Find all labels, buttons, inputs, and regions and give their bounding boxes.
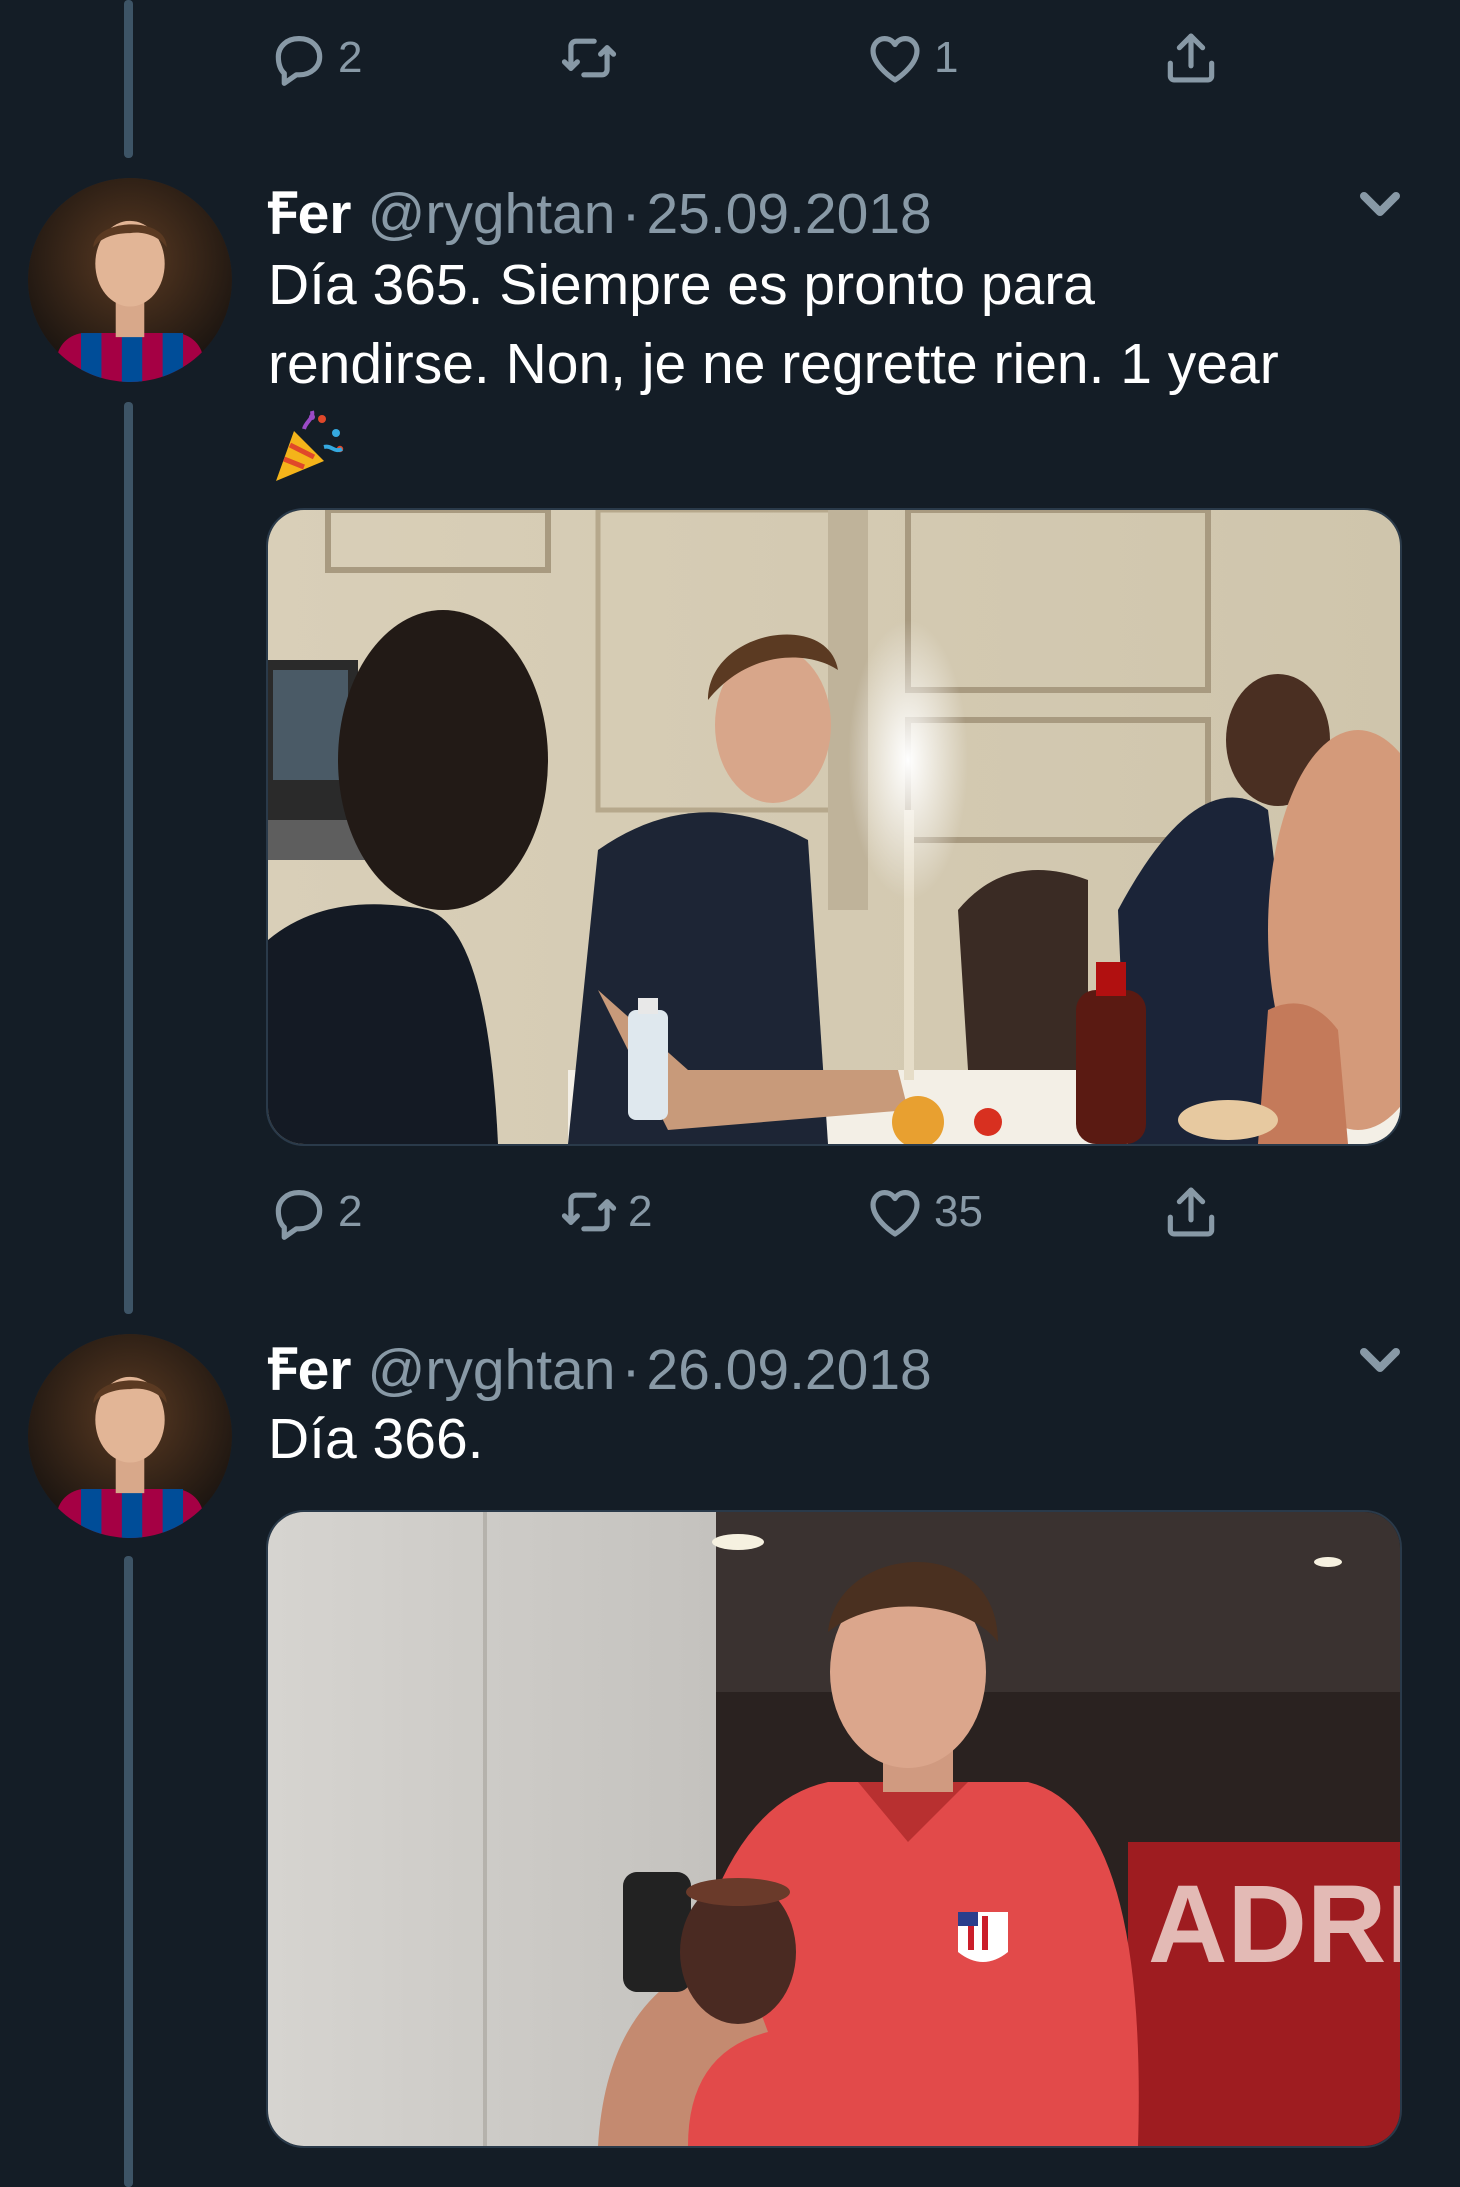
avatar-image [28,178,232,382]
handle[interactable]: @ryghtan [367,1337,615,1403]
chevron-down-icon [1360,192,1400,216]
tweet-actions: 2 2 35 [268,1176,1228,1248]
display-name[interactable]: Ꞙer [268,1328,351,1406]
chevron-down-icon [1360,1348,1400,1372]
share-button[interactable] [1160,22,1222,94]
retweet-button[interactable]: 2 [558,1176,652,1248]
tweet-menu-button[interactable] [1356,180,1404,228]
reply-button[interactable]: 2 [268,22,362,94]
retweet-icon [561,1192,617,1232]
thread-line-top [124,0,133,158]
tweet-date[interactable]: 25.09.2018 [646,181,931,247]
tweet-actions-previous: 2 1 [268,22,1228,94]
party-popper-icon [276,410,344,481]
reply-count: 2 [338,33,363,82]
tweet-header: Ꞙer @ryghtan · 25.09.2018 [268,172,932,250]
like-count: 1 [934,33,959,82]
display-name[interactable]: Ꞙer [268,172,351,250]
tweet-text-line: Día 365. Siempre es pronto para [268,253,1095,317]
thread-line-2 [124,1556,133,2187]
reply-icon [275,36,323,86]
share-button[interactable] [1160,1176,1222,1248]
thread-line-1 [124,402,133,1314]
like-button[interactable]: 35 [864,1176,983,1248]
heart-icon [870,36,920,83]
tweet-header: Ꞙer @ryghtan · 26.09.2018 [268,1328,932,1406]
reply-button[interactable]: 2 [268,1176,362,1248]
tweet-text-line: rendirse. Non, je ne regrette rien. 1 ye… [268,332,1279,396]
handle[interactable]: @ryghtan [367,181,615,247]
share-icon [1167,33,1215,83]
avatar-image [28,1334,232,1538]
tweet-text: Día 365. Siempre es pronto para rendirse… [268,246,1378,483]
tweet-text: Día 366. [268,1400,1378,1479]
banner-text: ADRID 2 [1148,1863,1400,1986]
photo-image: ADRID 2 [268,1512,1400,2146]
tweet-text-line: Día 366. [268,1407,484,1471]
reply-count: 2 [338,1187,363,1236]
like-button[interactable]: 1 [864,22,958,94]
separator: · [621,182,641,246]
reply-icon [275,1190,323,1240]
share-icon [1167,1187,1215,1237]
tweet-media-photo[interactable]: ADRID 2 [266,1510,1402,2148]
separator: · [621,1338,641,1402]
retweet-button[interactable] [558,22,628,94]
like-count: 35 [934,1187,983,1236]
tweet-date[interactable]: 26.09.2018 [646,1337,931,1403]
tweet-menu-button[interactable] [1356,1336,1404,1384]
retweet-icon [561,38,617,78]
photo-image [268,510,1400,1144]
tweet-media-photo[interactable] [266,508,1402,1146]
heart-icon [870,1190,920,1237]
avatar[interactable] [28,1334,232,1538]
avatar[interactable] [28,178,232,382]
retweet-count: 2 [628,1187,653,1236]
